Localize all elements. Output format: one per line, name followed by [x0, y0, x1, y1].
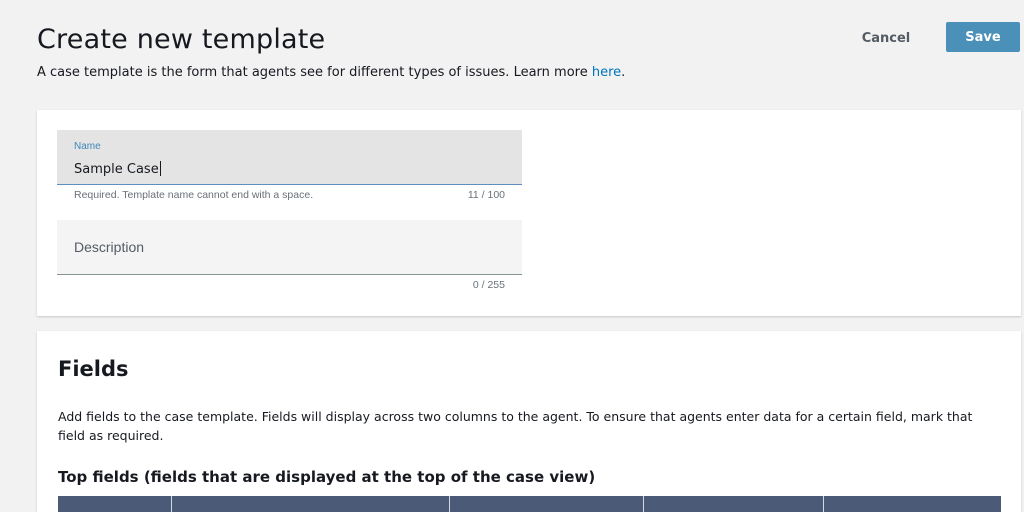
fields-section-title: Fields	[58, 357, 129, 381]
top-fields-table-header: Order Field System/Custom Required Delet…	[58, 496, 1001, 512]
name-helper-text: Required. Template name cannot end with …	[74, 189, 314, 201]
fields-section-description: Add fields to the case template. Fields …	[58, 409, 973, 443]
column-header-delete: Delete	[824, 496, 1001, 512]
page-subtitle: A case template is the form that agents …	[37, 65, 625, 80]
save-button[interactable]: Save	[946, 22, 1020, 52]
description-char-count: 0 / 255	[472, 279, 505, 291]
fields-card: Fields Add fields to the case template. …	[37, 331, 1021, 512]
subtitle-end: .	[621, 65, 626, 80]
cancel-button[interactable]: Cancel	[850, 24, 922, 52]
name-field-value[interactable]: Sample Case	[74, 161, 161, 177]
column-header-required: Required	[644, 496, 824, 512]
name-field[interactable]: Name Sample Case	[57, 130, 522, 185]
column-header-system-custom: System/Custom	[450, 496, 644, 512]
column-header-order: Order	[58, 496, 172, 512]
learn-more-link[interactable]: here	[592, 65, 621, 80]
template-details-card: Name Sample Case Required. Template name…	[37, 110, 1021, 316]
page-title: Create new template	[37, 24, 326, 55]
name-field-label: Name	[74, 141, 101, 152]
text-cursor	[159, 161, 161, 176]
name-value-text: Sample Case	[74, 162, 159, 177]
name-char-count: 11 / 100	[467, 189, 505, 201]
subtitle-text: A case template is the form that agents …	[37, 65, 592, 80]
top-fields-title: Top fields (fields that are displayed at…	[58, 468, 596, 486]
description-field[interactable]: Description	[57, 220, 522, 275]
description-placeholder: Description	[74, 239, 145, 255]
create-template-page: Create new template A case template is t…	[0, 0, 1024, 512]
column-header-field: Field	[172, 496, 450, 512]
